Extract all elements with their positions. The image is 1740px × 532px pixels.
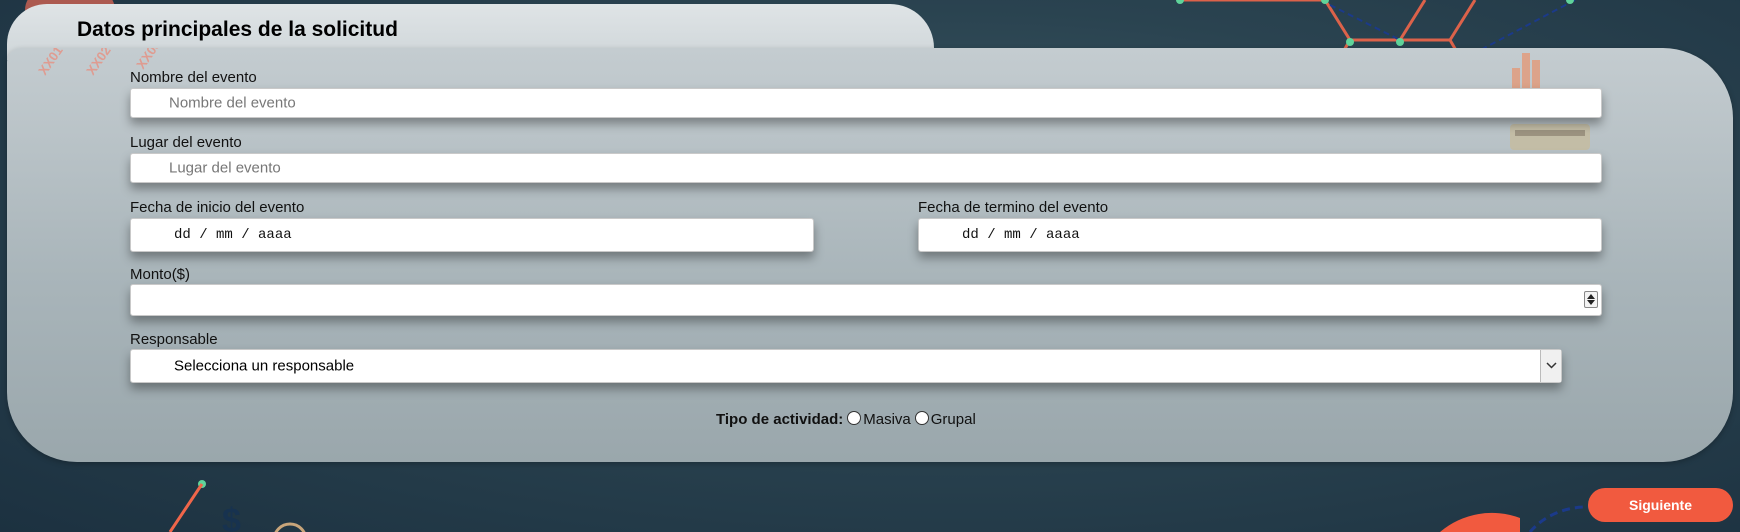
- radio-grupal[interactable]: [914, 410, 929, 425]
- responsible-label: Responsable: [130, 331, 218, 348]
- event-place-placeholder: Lugar del evento: [169, 159, 281, 177]
- next-button[interactable]: Siguiente: [1588, 488, 1733, 522]
- responsible-select[interactable]: Selecciona un responsable: [130, 349, 1562, 383]
- bg-tag-2: XX02: [83, 48, 114, 78]
- bg-tag-1: XX01: [35, 48, 66, 78]
- activity-type-group: Tipo de actividad: Masiva Grupal: [716, 410, 976, 428]
- spinner-down-icon[interactable]: [1587, 300, 1595, 305]
- radio-masiva-label[interactable]: Masiva: [863, 411, 911, 428]
- end-date-input[interactable]: dd / mm / aaaa: [918, 218, 1602, 252]
- amount-spinner[interactable]: [1584, 291, 1598, 308]
- end-date-label: Fecha de termino del evento: [918, 199, 1109, 216]
- activity-type-legend: Tipo de actividad:: [716, 411, 844, 428]
- end-date-format: dd / mm / aaaa: [962, 227, 1080, 243]
- responsible-selected: Selecciona un responsable: [174, 357, 355, 375]
- event-place-input[interactable]: Lugar del evento: [130, 153, 1602, 183]
- form-panel: XX01 XX02 XX03 Nombre del evento Nombre …: [7, 48, 1733, 462]
- spinner-up-icon[interactable]: [1587, 294, 1595, 299]
- event-place-label: Lugar del evento: [130, 134, 242, 151]
- radio-grupal-label[interactable]: Grupal: [931, 411, 976, 428]
- start-date-input[interactable]: dd / mm / aaaa: [130, 218, 814, 252]
- event-name-label: Nombre del evento: [130, 69, 257, 86]
- section-title: Datos principales de la solicitud: [77, 18, 398, 41]
- event-name-input[interactable]: Nombre del evento: [130, 88, 1602, 118]
- select-chevron-down-icon[interactable]: [1540, 350, 1561, 382]
- svg-text:$: $: [222, 502, 241, 532]
- amount-input[interactable]: [130, 284, 1602, 316]
- radio-masiva[interactable]: [847, 410, 862, 425]
- event-name-placeholder: Nombre del evento: [169, 94, 296, 112]
- start-date-label: Fecha de inicio del evento: [130, 199, 305, 216]
- amount-label: Monto($): [130, 266, 191, 283]
- start-date-format: dd / mm / aaaa: [174, 227, 292, 243]
